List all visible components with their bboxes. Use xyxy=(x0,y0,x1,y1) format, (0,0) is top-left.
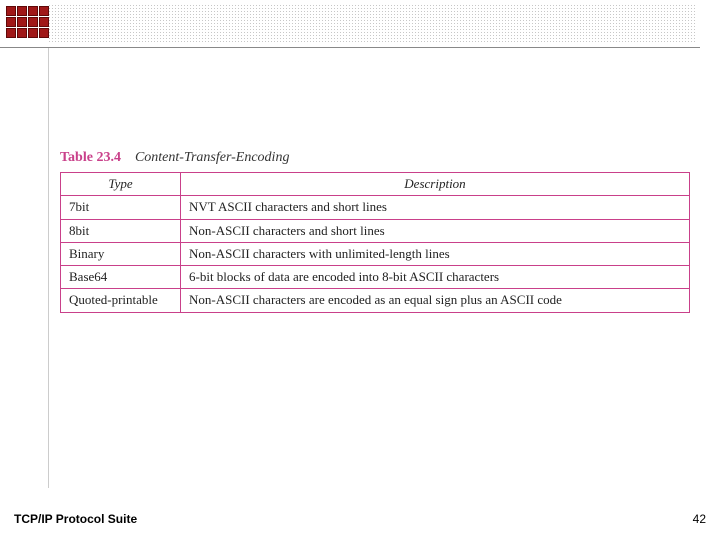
caption-label: Table 23.4 xyxy=(60,150,121,165)
encoding-table: Type Description 7bit NVT ASCII characte… xyxy=(60,172,690,313)
table-row: 8bit Non-ASCII characters and short line… xyxy=(61,219,690,242)
cell-desc: Non-ASCII characters with unlimited-leng… xyxy=(181,242,690,265)
logo-grid-icon xyxy=(6,6,49,38)
col-header-description: Description xyxy=(181,173,690,196)
table-row: Base64 6-bit blocks of data are encoded … xyxy=(61,266,690,289)
caption-title: Content-Transfer-Encoding xyxy=(135,150,290,165)
cell-desc: NVT ASCII characters and short lines xyxy=(181,196,690,219)
table-row: 7bit NVT ASCII characters and short line… xyxy=(61,196,690,219)
cell-desc: 6-bit blocks of data are encoded into 8-… xyxy=(181,266,690,289)
table-header-row: Type Description xyxy=(61,173,690,196)
cell-type: 8bit xyxy=(61,219,181,242)
vertical-divider xyxy=(48,48,49,488)
cell-type: Base64 xyxy=(61,266,181,289)
slide-content: Table 23.4 Content-Transfer-Encoding Typ… xyxy=(60,150,698,313)
cell-type: Binary xyxy=(61,242,181,265)
table-row: Binary Non-ASCII characters with unlimit… xyxy=(61,242,690,265)
cell-type: 7bit xyxy=(61,196,181,219)
header-bar xyxy=(0,0,700,48)
col-header-type: Type xyxy=(61,173,181,196)
slide-footer: TCP/IP Protocol Suite 42 xyxy=(14,512,706,526)
footer-title: TCP/IP Protocol Suite xyxy=(14,512,137,526)
page-number: 42 xyxy=(693,512,706,526)
header-dot-pattern xyxy=(48,4,696,44)
cell-desc: Non-ASCII characters and short lines xyxy=(181,219,690,242)
table-row: Quoted-printable Non-ASCII characters ar… xyxy=(61,289,690,312)
table-caption: Table 23.4 Content-Transfer-Encoding xyxy=(60,150,698,166)
cell-desc: Non-ASCII characters are encoded as an e… xyxy=(181,289,690,312)
cell-type: Quoted-printable xyxy=(61,289,181,312)
